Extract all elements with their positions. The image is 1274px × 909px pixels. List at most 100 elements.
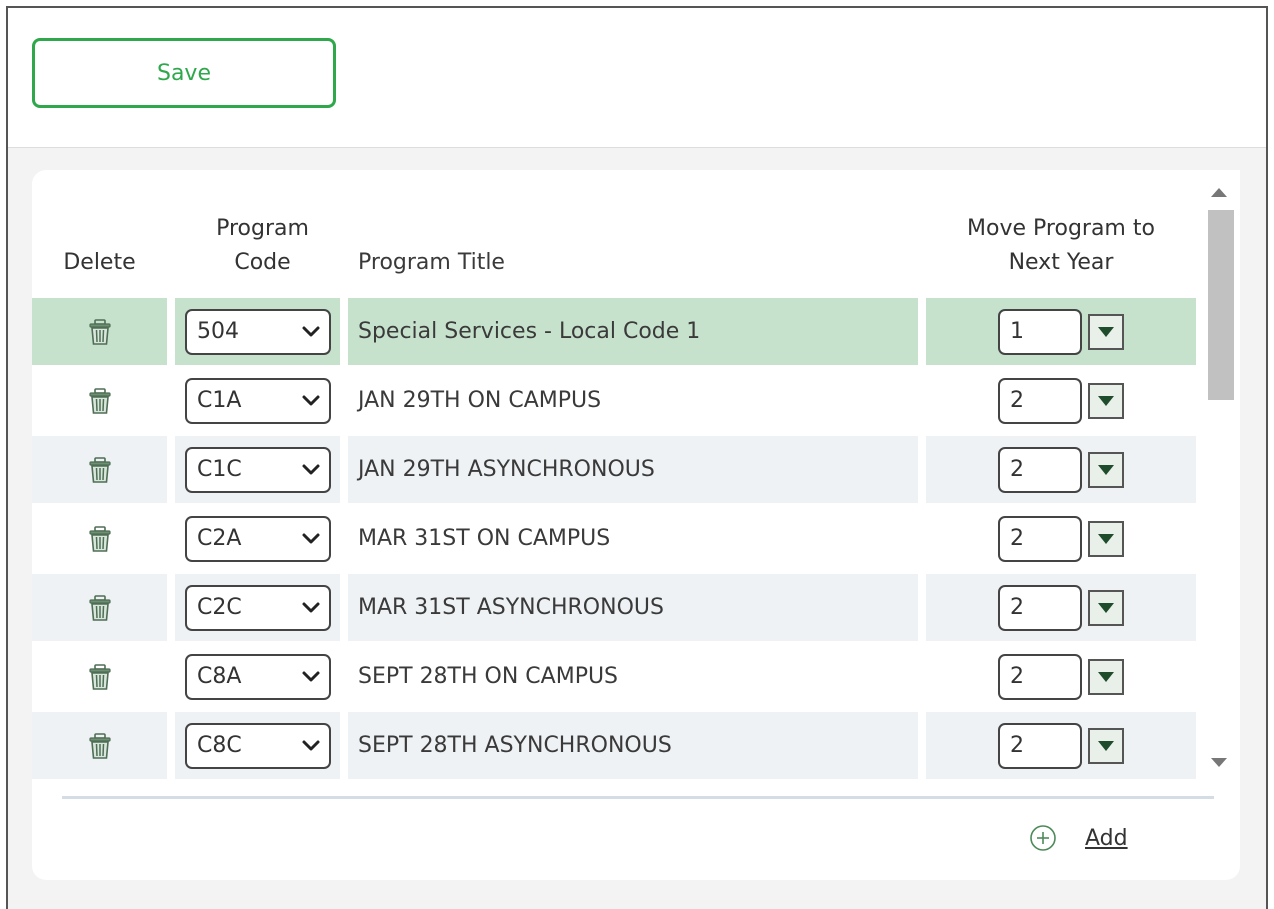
table-row[interactable]: C2A MAR 31ST ON CAMPUS 2 [32, 505, 1196, 572]
add-link[interactable]: Add [1085, 826, 1128, 851]
chevron-down-icon [302, 671, 320, 681]
table-row[interactable]: C1C JAN 29TH ASYNCHRONOUS 2 [32, 436, 1196, 503]
program-code-value: C2C [197, 595, 242, 620]
program-title-cell: MAR 31ST ASYNCHRONOUS [348, 574, 918, 641]
move-next-year-cell: 2 [926, 574, 1196, 641]
trash-icon[interactable] [85, 662, 115, 692]
save-button[interactable]: Save [32, 38, 336, 108]
program-code-value: C1A [197, 388, 242, 413]
dropdown-arrow-icon [1098, 740, 1114, 751]
move-next-year-input[interactable]: 1 [998, 308, 1082, 355]
scroll-up-arrow-icon[interactable] [1211, 188, 1227, 197]
program-code-value: 504 [197, 319, 239, 344]
program-code-cell: C2C [175, 574, 340, 641]
program-title-cell: JAN 29TH ON CAMPUS [348, 367, 918, 434]
move-next-year-dropdown-button[interactable] [1088, 727, 1124, 764]
program-code-value: C2A [197, 526, 242, 551]
program-code-select[interactable]: C2C [185, 584, 331, 631]
program-title-cell: Special Services - Local Code 1 [348, 298, 918, 365]
dropdown-arrow-icon [1098, 395, 1114, 406]
delete-cell [32, 367, 167, 434]
trash-icon[interactable] [85, 524, 115, 554]
table-row[interactable]: 504 Special Services - Local Code 1 1 [32, 298, 1196, 365]
chevron-down-icon [302, 326, 320, 336]
column-header-delete: Delete [63, 250, 136, 275]
move-next-year-input[interactable]: 2 [998, 653, 1082, 700]
vertical-scrollbar[interactable] [1202, 170, 1240, 780]
scroll-down-arrow-icon[interactable] [1211, 758, 1227, 767]
program-title-cell: MAR 31ST ON CAMPUS [348, 505, 918, 572]
app-frame: Save Delete Program Code Program Title M… [6, 6, 1268, 909]
program-code-select[interactable]: C1A [185, 377, 331, 424]
programs-panel: Delete Program Code Program Title Move P… [32, 170, 1240, 880]
delete-cell [32, 436, 167, 503]
delete-cell [32, 298, 167, 365]
scroll-thumb[interactable] [1208, 210, 1234, 400]
program-code-select[interactable]: C8C [185, 722, 331, 769]
table-row[interactable]: C8A SEPT 28TH ON CAMPUS 2 [32, 643, 1196, 710]
delete-cell [32, 643, 167, 710]
trash-icon[interactable] [85, 455, 115, 485]
chevron-down-icon [302, 740, 320, 750]
move-next-year-dropdown-button[interactable] [1088, 520, 1124, 557]
delete-cell [32, 712, 167, 779]
program-code-value: C1C [197, 457, 242, 482]
program-code-cell: C1C [175, 436, 340, 503]
move-next-year-cell: 2 [926, 643, 1196, 710]
delete-cell [32, 574, 167, 641]
trash-icon[interactable] [85, 731, 115, 761]
program-code-cell: C8A [175, 643, 340, 710]
program-code-select[interactable]: 504 [185, 308, 331, 355]
move-next-year-dropdown-button[interactable] [1088, 451, 1124, 488]
move-next-year-cell: 2 [926, 436, 1196, 503]
dropdown-arrow-icon [1098, 671, 1114, 682]
add-row-control[interactable]: Add [1027, 822, 1128, 854]
table-row[interactable]: C1A JAN 29TH ON CAMPUS 2 [32, 367, 1196, 434]
programs-grid: Delete Program Code Program Title Move P… [32, 170, 1232, 780]
move-next-year-input[interactable]: 2 [998, 515, 1082, 562]
move-next-year-cell: 1 [926, 298, 1196, 365]
move-next-year-cell: 2 [926, 367, 1196, 434]
program-code-cell: C8C [175, 712, 340, 779]
chevron-down-icon [302, 533, 320, 543]
program-code-select[interactable]: C2A [185, 515, 331, 562]
chevron-down-icon [302, 602, 320, 612]
move-next-year-dropdown-button[interactable] [1088, 382, 1124, 419]
chevron-down-icon [302, 395, 320, 405]
programs-table: Delete Program Code Program Title Move P… [32, 170, 1204, 780]
move-next-year-input[interactable]: 2 [998, 446, 1082, 493]
move-next-year-input[interactable]: 2 [998, 584, 1082, 631]
program-code-select[interactable]: C1C [185, 446, 331, 493]
trash-icon[interactable] [85, 593, 115, 623]
program-code-value: C8A [197, 664, 242, 689]
move-next-year-input[interactable]: 2 [998, 722, 1082, 769]
column-header-program-code: Program Code [216, 216, 309, 275]
programs-table-body: 504 Special Services - Local Code 1 1 C1… [32, 298, 1196, 779]
divider [62, 796, 1214, 799]
table-row[interactable]: C2C MAR 31ST ASYNCHRONOUS 2 [32, 574, 1196, 641]
table-row[interactable]: C8C SEPT 28TH ASYNCHRONOUS 2 [32, 712, 1196, 779]
chevron-down-icon [302, 464, 320, 474]
program-code-cell: C2A [175, 505, 340, 572]
program-code-cell: 504 [175, 298, 340, 365]
program-code-value: C8C [197, 733, 242, 758]
trash-icon[interactable] [85, 386, 115, 416]
column-header-move-next-year: Move Program to Next Year [967, 216, 1155, 275]
dropdown-arrow-icon [1098, 464, 1114, 475]
move-next-year-cell: 2 [926, 712, 1196, 779]
dropdown-arrow-icon [1098, 602, 1114, 613]
plus-circle-icon[interactable] [1027, 822, 1059, 854]
move-next-year-dropdown-button[interactable] [1088, 589, 1124, 626]
delete-cell [32, 505, 167, 572]
move-next-year-input[interactable]: 2 [998, 377, 1082, 424]
move-next-year-dropdown-button[interactable] [1088, 313, 1124, 350]
column-header-program-title: Program Title [358, 250, 505, 275]
program-title-cell: SEPT 28TH ON CAMPUS [348, 643, 918, 710]
program-code-select[interactable]: C8A [185, 653, 331, 700]
move-next-year-cell: 2 [926, 505, 1196, 572]
program-title-cell: JAN 29TH ASYNCHRONOUS [348, 436, 918, 503]
trash-icon[interactable] [85, 317, 115, 347]
dropdown-arrow-icon [1098, 533, 1114, 544]
move-next-year-dropdown-button[interactable] [1088, 658, 1124, 695]
program-title-cell: SEPT 28TH ASYNCHRONOUS [348, 712, 918, 779]
